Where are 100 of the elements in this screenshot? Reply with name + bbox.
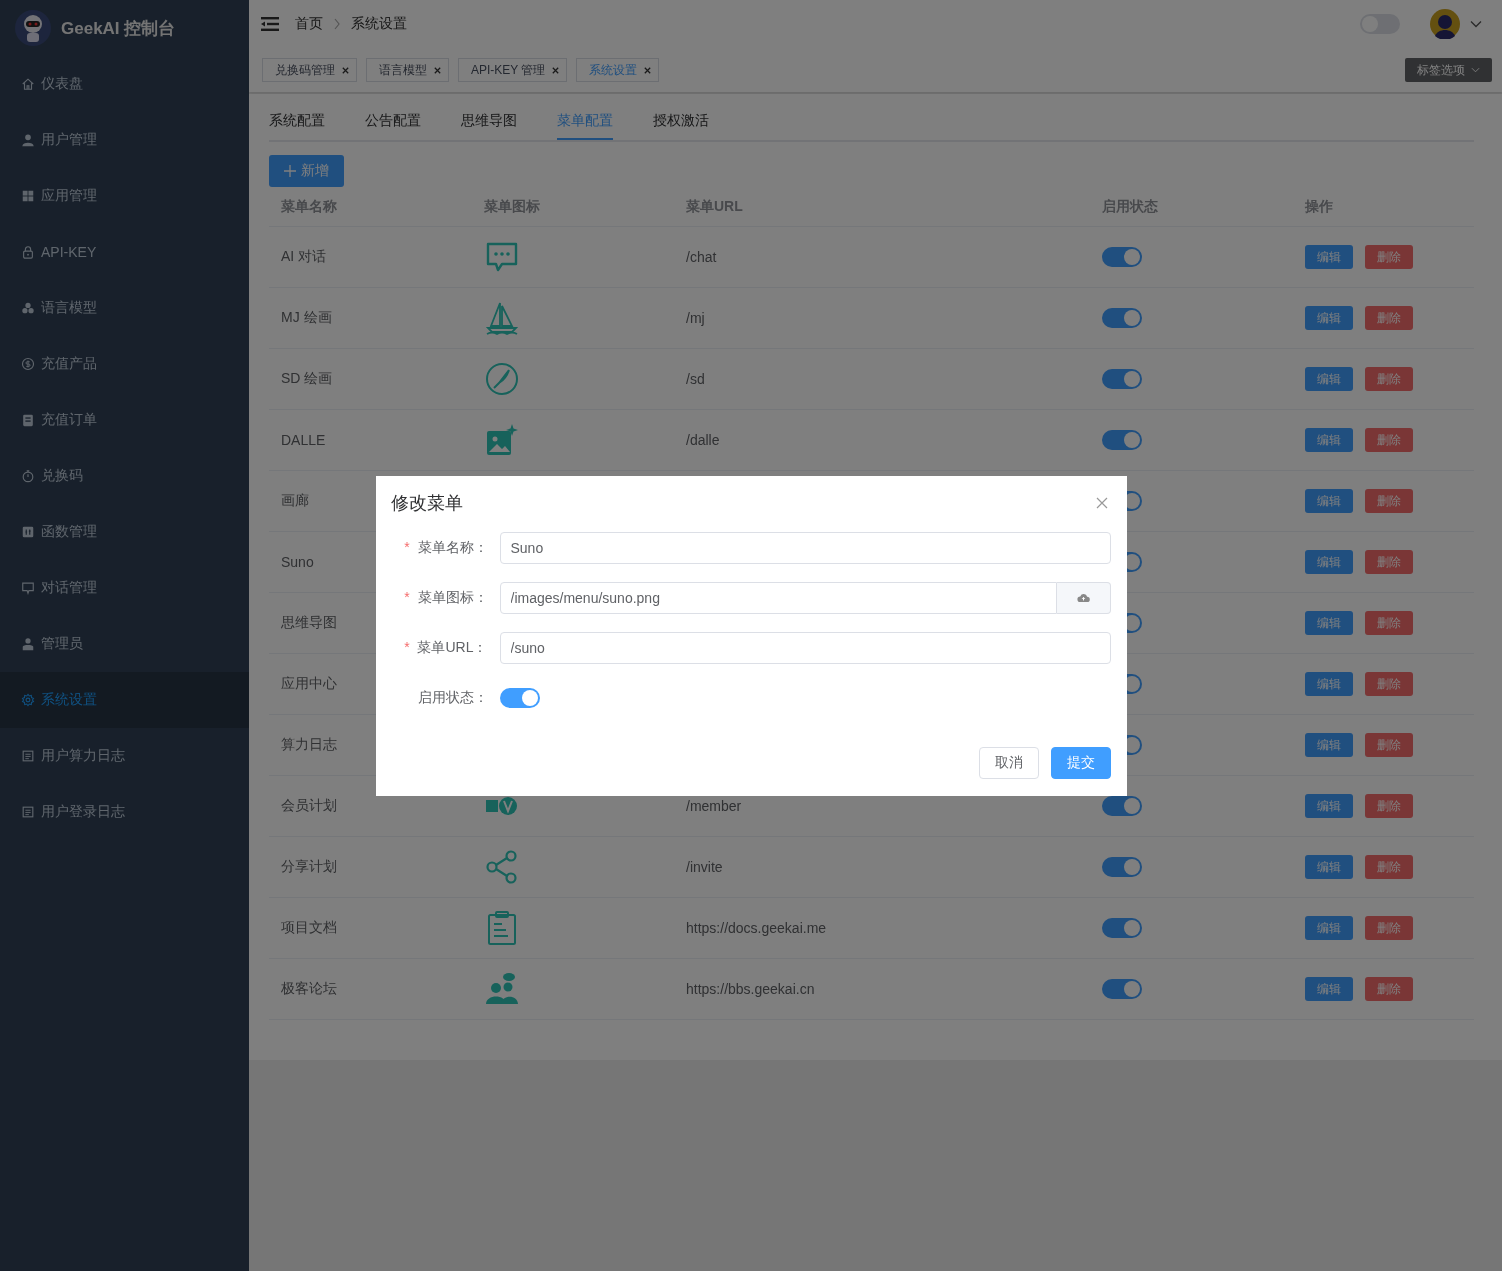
delete-button[interactable]: 删除 bbox=[1365, 306, 1413, 330]
delete-button[interactable]: 删除 bbox=[1365, 550, 1413, 574]
tab-options-button[interactable]: 标签选项 bbox=[1405, 58, 1492, 82]
edit-button[interactable]: 编辑 bbox=[1305, 489, 1353, 513]
admin-icon bbox=[21, 637, 35, 651]
settings-tab[interactable]: 思维导图 bbox=[461, 100, 517, 140]
field-label: 菜单名称： bbox=[417, 538, 488, 555]
status-switch[interactable] bbox=[1102, 369, 1142, 389]
status-switch[interactable] bbox=[1102, 247, 1142, 267]
settings-icon bbox=[21, 693, 35, 707]
sidebar-item[interactable]: 仪表盘 bbox=[0, 56, 249, 112]
chat-icon bbox=[21, 581, 35, 595]
timer-icon bbox=[21, 469, 35, 483]
edit-button[interactable]: 编辑 bbox=[1305, 611, 1353, 635]
sidebar-item[interactable]: 管理员 bbox=[0, 616, 249, 672]
table-cell: /dalle bbox=[686, 432, 720, 448]
edit-button[interactable]: 编辑 bbox=[1305, 733, 1353, 757]
sidebar-item[interactable]: 用户登录日志 bbox=[0, 784, 249, 840]
edit-button[interactable]: 编辑 bbox=[1305, 245, 1353, 269]
sidebar-item[interactable]: 充值产品 bbox=[0, 336, 249, 392]
status-switch[interactable] bbox=[1102, 857, 1142, 877]
text-field[interactable]: /suno bbox=[499, 631, 1111, 664]
sidebar-item[interactable]: 应用管理 bbox=[0, 168, 249, 224]
edit-button[interactable]: 编辑 bbox=[1305, 794, 1353, 818]
grid-icon bbox=[21, 189, 35, 203]
log-icon bbox=[21, 749, 35, 763]
cubes-icon bbox=[21, 301, 35, 315]
sidebar-item[interactable]: 充值订单 bbox=[0, 392, 249, 448]
delete-button[interactable]: 删除 bbox=[1365, 367, 1413, 391]
close-icon[interactable] bbox=[643, 65, 653, 75]
table-cell: MJ 绘画 bbox=[281, 309, 332, 327]
page-tab[interactable]: 语言模型 bbox=[366, 58, 449, 82]
menu-icon[interactable] bbox=[261, 17, 279, 31]
delete-button[interactable]: 删除 bbox=[1365, 916, 1413, 940]
breadcrumb-item[interactable]: 首页 bbox=[295, 15, 323, 33]
field-label: 启用状态： bbox=[417, 688, 488, 705]
text-field[interactable]: Suno bbox=[499, 531, 1111, 564]
page-tab[interactable]: API-KEY 管理 bbox=[458, 58, 568, 82]
status-switch[interactable] bbox=[1102, 918, 1142, 938]
status-switch[interactable] bbox=[1102, 796, 1142, 816]
delete-button[interactable]: 删除 bbox=[1365, 977, 1413, 1001]
table-cell: /chat bbox=[686, 249, 717, 265]
edit-button[interactable]: 编辑 bbox=[1305, 428, 1353, 452]
robot-logo-icon bbox=[15, 10, 51, 46]
sidebar-item[interactable]: 兑换码 bbox=[0, 448, 249, 504]
breadcrumb-item: 系统设置 bbox=[351, 15, 407, 33]
delete-button[interactable]: 删除 bbox=[1365, 672, 1413, 696]
table-cell: AI 对话 bbox=[281, 248, 327, 266]
edit-button[interactable]: 编辑 bbox=[1305, 367, 1353, 391]
text-field[interactable]: /images/menu/suno.png bbox=[499, 581, 1057, 614]
edit-button[interactable]: 编辑 bbox=[1305, 550, 1353, 574]
close-icon[interactable] bbox=[341, 65, 350, 75]
status-switch[interactable] bbox=[1102, 308, 1142, 328]
plus-icon bbox=[284, 165, 296, 177]
delete-button[interactable]: 删除 bbox=[1365, 489, 1413, 513]
upload-button[interactable] bbox=[1056, 581, 1111, 614]
edit-button[interactable]: 编辑 bbox=[1305, 672, 1353, 696]
sidebar-item[interactable]: 系统设置 bbox=[0, 672, 249, 728]
add-button[interactable]: 新增 bbox=[269, 155, 344, 187]
cancel-button[interactable]: 取消 bbox=[978, 746, 1039, 779]
settings-tab[interactable]: 授权激活 bbox=[653, 100, 709, 140]
caret-icon[interactable] bbox=[1470, 20, 1482, 28]
edit-button[interactable]: 编辑 bbox=[1305, 977, 1353, 1001]
enable-switch[interactable] bbox=[499, 687, 540, 708]
edit-button[interactable]: 编辑 bbox=[1305, 306, 1353, 330]
table-cell: 算力日志 bbox=[281, 736, 337, 754]
edit-button[interactable]: 编辑 bbox=[1305, 855, 1353, 879]
page-tab[interactable]: 系统设置 bbox=[576, 58, 660, 82]
required-mark: * bbox=[404, 638, 410, 655]
edit-button[interactable]: 编辑 bbox=[1305, 916, 1353, 940]
sidebar-item[interactable]: 语言模型 bbox=[0, 280, 249, 336]
status-switch[interactable] bbox=[1102, 430, 1142, 450]
settings-tab[interactable]: 菜单配置 bbox=[557, 100, 613, 140]
delete-button[interactable]: 删除 bbox=[1365, 733, 1413, 757]
app-title: GeekAI 控制台 bbox=[61, 17, 176, 40]
field-label: 菜单URL： bbox=[417, 638, 488, 655]
avatar-icon[interactable] bbox=[1430, 9, 1460, 39]
sidebar-item[interactable]: 函数管理 bbox=[0, 504, 249, 560]
sidebar-item[interactable]: API-KEY bbox=[0, 224, 249, 280]
submit-button[interactable]: 提交 bbox=[1050, 746, 1111, 779]
table-cell: 会员计划 bbox=[281, 797, 337, 815]
settings-tab[interactable]: 公告配置 bbox=[365, 100, 421, 140]
delete-button[interactable]: 删除 bbox=[1365, 428, 1413, 452]
sidebar-item[interactable]: 用户管理 bbox=[0, 112, 249, 168]
status-switch[interactable] bbox=[1102, 979, 1142, 999]
table-cell: Suno bbox=[281, 554, 314, 570]
close-icon[interactable] bbox=[1095, 496, 1108, 509]
settings-tab[interactable]: 系统配置 bbox=[269, 100, 325, 140]
function-icon bbox=[21, 525, 35, 539]
image-plus-icon bbox=[484, 422, 520, 458]
delete-button[interactable]: 删除 bbox=[1365, 855, 1413, 879]
page-tab[interactable]: 兑换码管理 bbox=[262, 58, 357, 82]
close-icon[interactable] bbox=[433, 65, 442, 75]
delete-button[interactable]: 删除 bbox=[1365, 611, 1413, 635]
delete-button[interactable]: 删除 bbox=[1365, 794, 1413, 818]
home-icon bbox=[21, 77, 35, 91]
close-icon[interactable] bbox=[551, 65, 561, 75]
sidebar-item[interactable]: 用户算力日志 bbox=[0, 728, 249, 784]
sidebar-item[interactable]: 对话管理 bbox=[0, 560, 249, 616]
delete-button[interactable]: 删除 bbox=[1365, 245, 1413, 269]
